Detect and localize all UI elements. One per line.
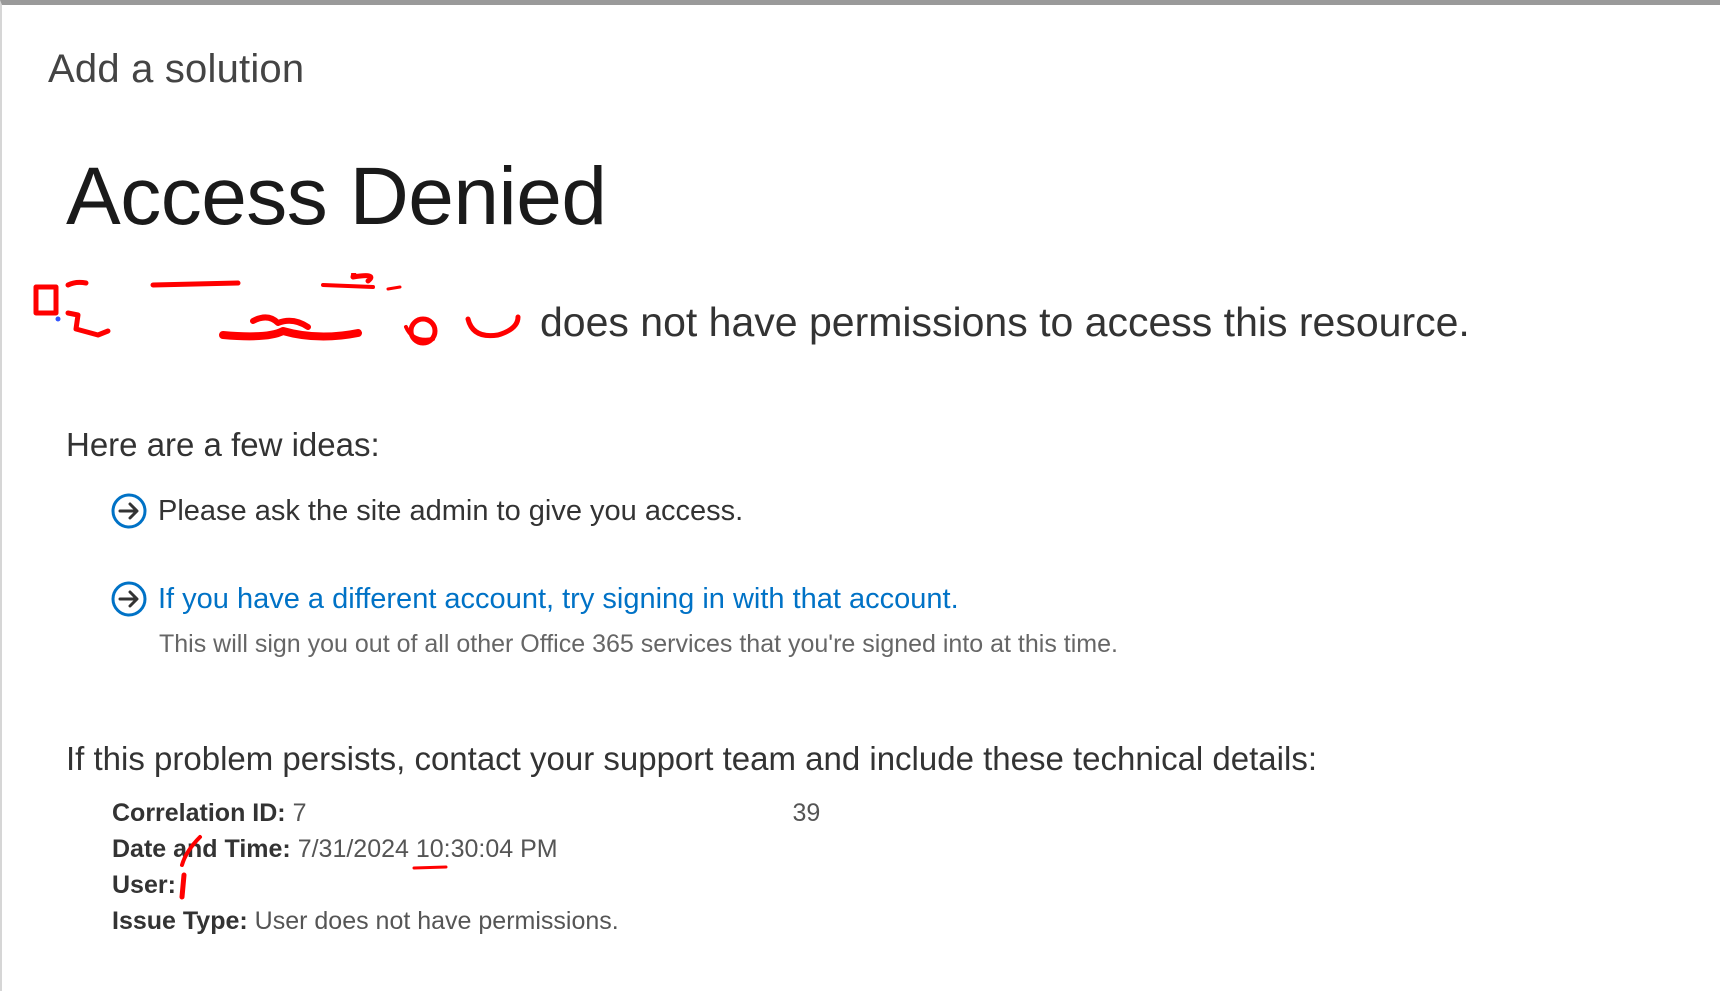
- detail-correlation-id: Correlation ID: 7 39: [112, 795, 820, 831]
- page-frame: Add a solution Access Denied does not ha…: [0, 0, 1720, 991]
- circle-arrow-right-icon[interactable]: [110, 580, 148, 618]
- correlation-id-value: 7: [292, 799, 307, 827]
- idea-ask-admin: Please ask the site admin to give you ac…: [110, 492, 743, 530]
- technical-details: Correlation ID: 7 39 Date and Time: 7/31/…: [112, 795, 820, 939]
- permission-message: does not have permissions to access this…: [540, 299, 1470, 345]
- date-time-value: 7/31/2024 10:30:04 PM: [297, 835, 558, 863]
- permission-message-row: does not have permissions to access this…: [28, 273, 1628, 373]
- idea-sign-in-different-account[interactable]: If you have a different account, try sig…: [110, 580, 959, 618]
- dialog-title: Add a solution: [48, 47, 305, 91]
- detail-label: Issue Type:: [112, 907, 248, 935]
- detail-user: User:: [112, 865, 820, 903]
- circle-arrow-right-icon: [111, 493, 147, 529]
- detail-label: Correlation ID:: [112, 799, 286, 827]
- redaction-scribble: [33, 273, 521, 346]
- detail-date-time: Date and Time: 7/31/2024 10:30:04 PM: [112, 831, 820, 867]
- correlation-id-suffix: 39: [792, 799, 821, 827]
- idea-ask-admin-text: Please ask the site admin to give you ac…: [158, 494, 744, 527]
- issue-type-value: User does not have permissions.: [254, 907, 619, 935]
- support-heading: If this problem persists, contact your s…: [66, 740, 1317, 777]
- sign-in-different-account-link[interactable]: If you have a different account, try sig…: [158, 583, 959, 616]
- ideas-heading: Here are a few ideas:: [66, 426, 380, 463]
- detail-label: User:: [112, 871, 176, 899]
- detail-label: Date and Time:: [112, 835, 291, 863]
- sign-out-warning-note: This will sign you out of all other Offi…: [159, 630, 1118, 658]
- detail-issue-type: Issue Type: User does not have permissio…: [112, 903, 820, 939]
- redaction-scribble: [179, 872, 187, 900]
- error-heading: Access Denied: [66, 151, 607, 242]
